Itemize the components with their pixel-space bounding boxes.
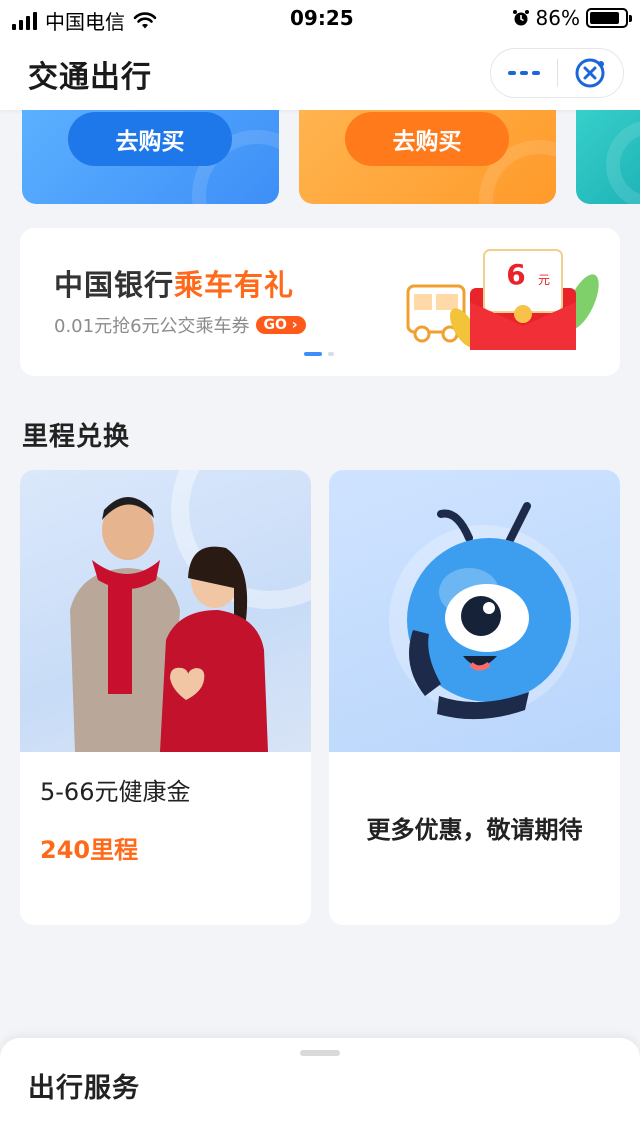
exchange-card-name: 5-66元健康金	[40, 778, 191, 806]
exchange-card-more[interactable]: 更多优惠，敬请期待	[329, 470, 620, 925]
coming-soon-text: 更多优惠，敬请期待	[366, 816, 583, 844]
couple-photo	[20, 470, 311, 752]
buy-button[interactable]: 去购买	[345, 112, 509, 166]
ticket-card-teal[interactable]	[576, 110, 640, 204]
miniprogram-capsule	[490, 48, 624, 98]
ticket-card-blue[interactable]: 去购买	[22, 110, 279, 204]
art-unit: 元	[538, 273, 550, 287]
section-title-mileage: 里程兑换	[22, 422, 131, 452]
bottom-sheet-title: 出行服务	[28, 1073, 140, 1104]
close-miniprogram-icon[interactable]	[558, 56, 624, 90]
banner-title: 中国银行乘车有礼	[54, 262, 294, 304]
banner-dot-active	[304, 352, 322, 356]
buy-button[interactable]: 去购买	[68, 112, 232, 166]
banner-subtitle-text: 0.01元抢6元公交乘车券	[54, 316, 250, 337]
battery-icon	[586, 8, 632, 28]
banner-title-highlight: 乘车有礼	[174, 268, 295, 302]
app-header: 交通出行	[0, 36, 640, 110]
ticket-card-orange[interactable]: 去购买	[299, 110, 556, 204]
status-bar: 中国电信 09:25 86%	[0, 0, 640, 36]
banner-subtitle: 0.01元抢6元公交乘车券 GO ›	[54, 312, 306, 338]
promo-banner[interactable]: 中国银行乘车有礼 0.01元抢6元公交乘车券 GO › 6 元	[20, 228, 620, 376]
status-time: 09:25	[290, 6, 354, 30]
signal-icon	[12, 11, 37, 30]
banner-dot	[328, 352, 334, 356]
sheet-drag-handle[interactable]	[300, 1050, 340, 1056]
alarm-icon	[512, 10, 529, 26]
wifi-icon	[133, 11, 157, 28]
bus-red-envelope-illustration: 6 元	[406, 249, 599, 350]
exchange-card-price: 240里程	[40, 836, 139, 864]
go-badge[interactable]: GO ›	[255, 316, 306, 334]
ant-mascot-illustration	[329, 470, 620, 752]
go-label: GO	[263, 317, 287, 333]
page-title: 交通出行	[28, 60, 152, 95]
battery-percent: 86%	[535, 6, 580, 30]
more-dots-icon[interactable]	[491, 71, 557, 75]
battery-fill	[590, 12, 620, 24]
carrier-label: 中国电信	[45, 10, 125, 34]
bottom-sheet[interactable]: 出行服务	[0, 1038, 640, 1138]
banner-title-prefix: 中国银行	[54, 268, 175, 302]
banner-pagination	[304, 352, 334, 356]
art-amount: 6	[506, 258, 525, 291]
exchange-card-health[interactable]: 5-66元健康金 240里程	[20, 470, 311, 925]
